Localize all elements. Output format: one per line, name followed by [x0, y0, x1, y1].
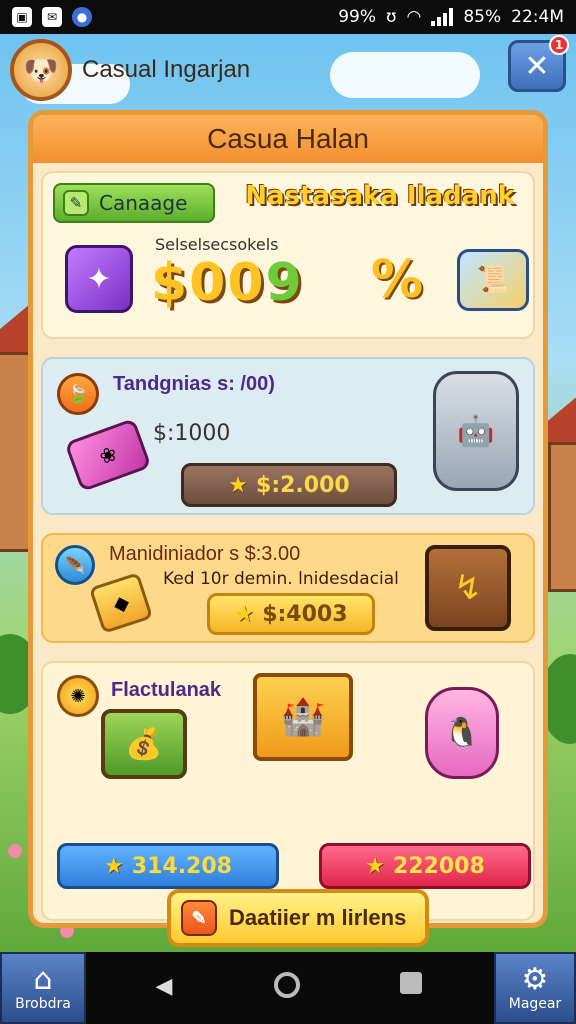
ticket-buy-button[interactable]: ★ $:2.000 [181, 463, 397, 507]
promo-title: Nastasaka Iladank [245, 181, 515, 211]
house [548, 442, 576, 592]
leaf-badge-icon: 🍃 [57, 373, 99, 415]
pencil-icon: ✎ [181, 900, 217, 936]
close-button[interactable]: ✕ 1 [508, 35, 569, 92]
castle-icon[interactable]: 🏰 [253, 673, 353, 761]
ticket-icon: ❀ [64, 417, 152, 493]
chest-buy-price: $:4003 [262, 601, 348, 627]
wifi-icon: ◠ [406, 7, 422, 27]
scroll-icon[interactable]: 📜 [457, 249, 529, 311]
robot-character-icon: 🤖 [433, 371, 519, 491]
star-icon: ★ [228, 472, 249, 498]
chest-icon[interactable]: ↯ [425, 545, 511, 631]
gold-bag-icon: ◆ [88, 572, 154, 634]
game-title: Casual Ingarjan [82, 56, 251, 83]
status-bar: ▣ ✉ ● 99% ʊ ◠ 85% 22:4M [0, 0, 576, 34]
ticket-offer-section: 🍃 Tandgnias s: /00) $:1000 ❀ 🤖 ★ $:2.000 [41, 357, 535, 515]
system-recents-button[interactable] [400, 972, 422, 994]
promo-small-label: Selselsecsokels [155, 235, 279, 254]
system-home-button[interactable] [274, 972, 300, 998]
flower [8, 844, 22, 858]
category-tag-button[interactable]: ✎ Canaage [53, 183, 215, 223]
gear-icon: ⚙ [521, 962, 549, 997]
promo-price-main: $00 [151, 253, 266, 313]
primary-action-button[interactable]: ✎ Daatiier m lirlens [167, 889, 429, 947]
pink-penguin-icon: 🐧 [425, 687, 499, 779]
status-time: 22:4M [511, 7, 564, 27]
photo-icon: ▣ [12, 7, 32, 27]
chest-buy-button[interactable]: ★ $:4003 [207, 593, 375, 635]
bottom-navigation: ⌂ Brobdra ◀ ⚙ Magear [0, 952, 576, 1024]
primary-action-label: Daatiier m lirlens [229, 905, 407, 930]
star-icon: ★ [365, 853, 385, 879]
battery-text: 85% [463, 7, 502, 27]
game-logo-icon: 🐶 [10, 39, 72, 101]
shop-panel: Casua Halan ✎ Canaage Nastasaka Iladank … [28, 110, 548, 947]
chest-offer-title: Manidiniador s $:3.00 [109, 543, 301, 565]
message-icon: ✉ [42, 7, 62, 27]
status-percent: 99% [338, 7, 376, 27]
system-back-button[interactable]: ◀ [150, 972, 178, 1000]
category-tag-label: Canaage [99, 191, 188, 215]
percent-icon: % [370, 250, 424, 310]
status-right: 99% ʊ ◠ 85% 22:4M [338, 7, 564, 27]
game-scene: 🐶 Casual Ingarjan ✕ 1 Casua Halan ✎ Cana… [0, 34, 576, 952]
home-nav-button[interactable]: ⌂ Brobdra [0, 952, 86, 1024]
signal-icon [431, 8, 454, 26]
pencil-icon: ✎ [63, 190, 89, 216]
bundle-right-buy-button[interactable]: ★ 222008 [319, 843, 531, 889]
close-icon: ✕ [524, 48, 550, 84]
chest-offer-section: 🪶 Manidiniador s $:3.00 Ked 10r demin. l… [41, 533, 535, 643]
settings-nav-button[interactable]: ⚙ Magear [494, 952, 576, 1024]
top-bar: 🐶 Casual Ingarjan ✕ 1 [10, 35, 569, 101]
settings-nav-label: Magear [508, 996, 562, 1012]
promo-big-price: $009 [151, 253, 304, 313]
feather-badge-icon: 🪶 [55, 545, 95, 585]
bundle-left-price: 314.208 [131, 853, 232, 879]
panel-title: Casua Halan [33, 115, 543, 163]
ticket-offer-subprice: $:1000 [153, 421, 231, 446]
app-icon: ● [72, 7, 92, 27]
purple-cube-icon[interactable]: ✦ [65, 245, 133, 313]
star-icon: ★ [104, 853, 124, 879]
bundle-right-price: 222008 [392, 853, 485, 879]
bundle-title: Flactulanak [111, 679, 222, 701]
status-left: ▣ ✉ ● [12, 7, 92, 27]
nfc-icon: ʊ [386, 7, 397, 27]
star-icon: ★ [234, 601, 255, 627]
ticket-offer-title: Tandgnias s: /00) [113, 373, 275, 395]
chest-offer-subtitle: Ked 10r demin. lnidesdacial [163, 569, 399, 589]
featured-offer-section: ✎ Canaage Nastasaka Iladank Selselsecsok… [41, 171, 535, 339]
bundle-left-buy-button[interactable]: ★ 314.208 [57, 843, 279, 889]
notification-badge: 1 [549, 35, 569, 55]
home-icon: ⌂ [33, 962, 53, 997]
ticket-buy-price: $:2.000 [256, 472, 350, 498]
home-nav-label: Brobdra [15, 996, 71, 1012]
promo-price-tail: 9 [265, 253, 304, 313]
sun-badge-icon: ✺ [57, 675, 99, 717]
treasure-chest-icon[interactable]: 💰 [101, 709, 187, 779]
bundle-section: ✺ Flactulanak 💰 🏰 🐧 ★ 314.208 ★ 222008 [41, 661, 535, 921]
